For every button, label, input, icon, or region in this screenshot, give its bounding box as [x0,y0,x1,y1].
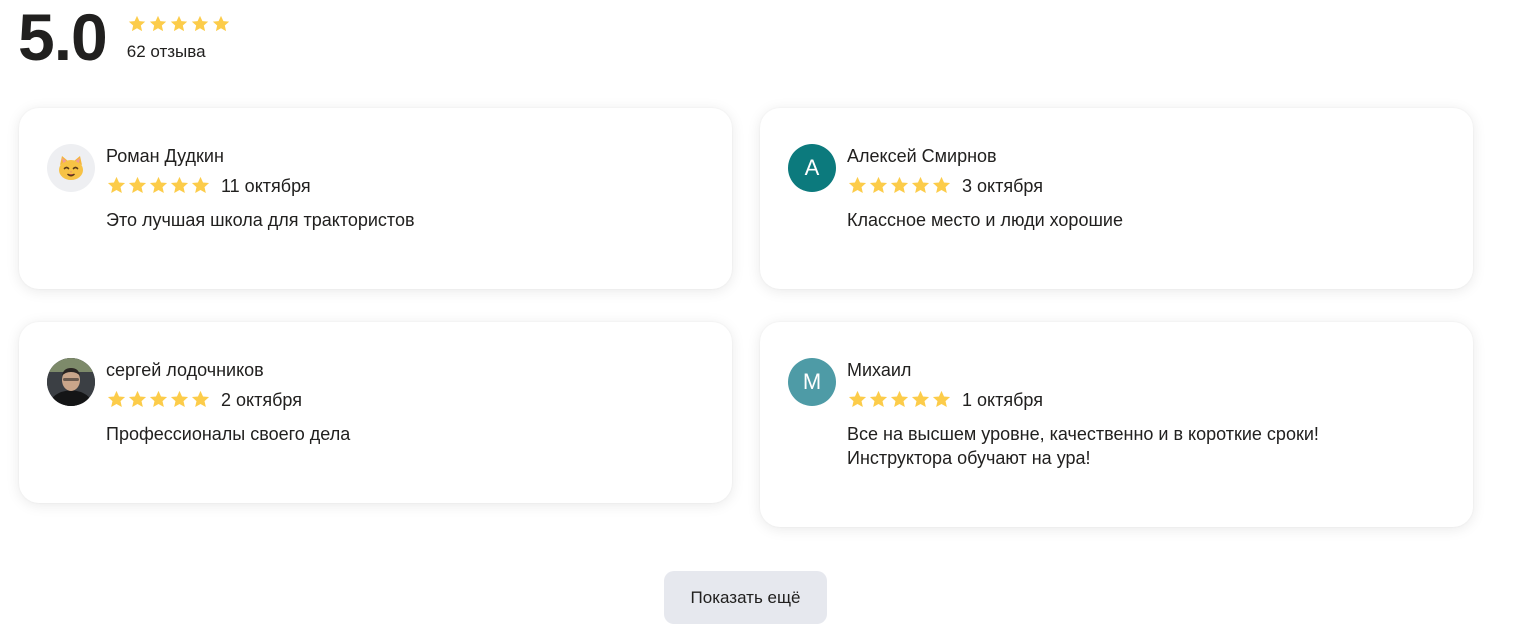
star-icon [127,14,148,34]
star-icon [868,175,889,197]
review-text: Классное место и люди хорошие [847,210,1123,230]
star-icon [169,175,190,197]
star-icon [910,175,931,197]
review-date: 1 октября [962,389,1043,410]
star-icon [148,14,169,34]
avatar[interactable] [47,144,95,192]
review-meta: 3 октября [847,174,1443,198]
star-icon [889,175,910,197]
cat-face-icon [55,152,87,184]
review-text: Все на высшем уровне, качественно и в ко… [847,422,1443,470]
review-text-line: Все на высшем уровне, качественно и в ко… [847,424,1319,444]
star-icon [847,389,868,411]
star-icon [910,389,931,411]
review-body: Роман Дудкин 11 октября Это лучшая школа… [106,144,702,232]
review-stars [106,175,211,197]
review-author[interactable]: Михаил [847,358,1443,382]
star-icon [211,14,232,34]
review-meta: 2 октября [106,388,702,412]
star-icon [148,175,169,197]
avatar[interactable]: М [788,358,836,406]
review-body: сергей лодочников 2 октября Профессионал… [106,358,702,446]
star-icon [190,389,211,411]
review-author[interactable]: Алексей Смирнов [847,144,1443,168]
review-body: Алексей Смирнов 3 октября Классное место… [847,144,1443,232]
review-card: М Михаил 1 октября Все на высшем уровне,… [760,322,1473,527]
review-card: сергей лодочников 2 октября Профессионал… [19,322,732,503]
avatar[interactable] [47,358,95,406]
star-icon [127,389,148,411]
star-icon [868,389,889,411]
star-icon [190,175,211,197]
review-author[interactable]: Роман Дудкин [106,144,702,168]
star-icon [847,175,868,197]
star-icon [169,14,190,34]
review-meta: 1 октября [847,388,1443,412]
star-icon [169,389,190,411]
avatar-initial: А [804,155,820,180]
review-text: Это лучшая школа для трактористов [106,210,415,230]
star-icon [931,175,952,197]
review-date: 2 октября [221,389,302,410]
review-count[interactable]: 62 отзыва [127,42,232,62]
review-date: 3 октября [962,175,1043,196]
star-icon [106,175,127,197]
star-icon [106,389,127,411]
review-card: А Алексей Смирнов 3 октября Классное мес… [760,108,1473,289]
review-body: Михаил 1 октября Все на высшем уровне, к… [847,358,1443,470]
rating-stars [127,14,232,34]
reviews-section: 5.0 62 отзыва Роман Дудкин 11 октября Эт… [0,0,1519,641]
review-stars [106,389,211,411]
review-text-line: Инструктора обучают на ура! [847,448,1091,468]
review-stars [847,389,952,411]
star-icon [931,389,952,411]
user-photo-icon [47,358,95,406]
review-stars [847,175,952,197]
review-card: Роман Дудкин 11 октября Это лучшая школа… [19,108,732,289]
star-icon [889,389,910,411]
rating-summary-details: 62 отзыва [127,12,232,62]
show-more-button[interactable]: Показать ещё [664,571,827,624]
star-icon [148,389,169,411]
review-date: 11 октября [221,175,311,196]
review-author[interactable]: сергей лодочников [106,358,702,382]
rating-summary: 5.0 62 отзыва [18,2,232,72]
avatar[interactable]: А [788,144,836,192]
review-text: Профессионалы своего дела [106,424,351,444]
star-icon [127,175,148,197]
review-meta: 11 октября [106,174,702,198]
avatar-initial: М [802,369,822,394]
star-icon [190,14,211,34]
average-rating: 5.0 [18,0,108,74]
